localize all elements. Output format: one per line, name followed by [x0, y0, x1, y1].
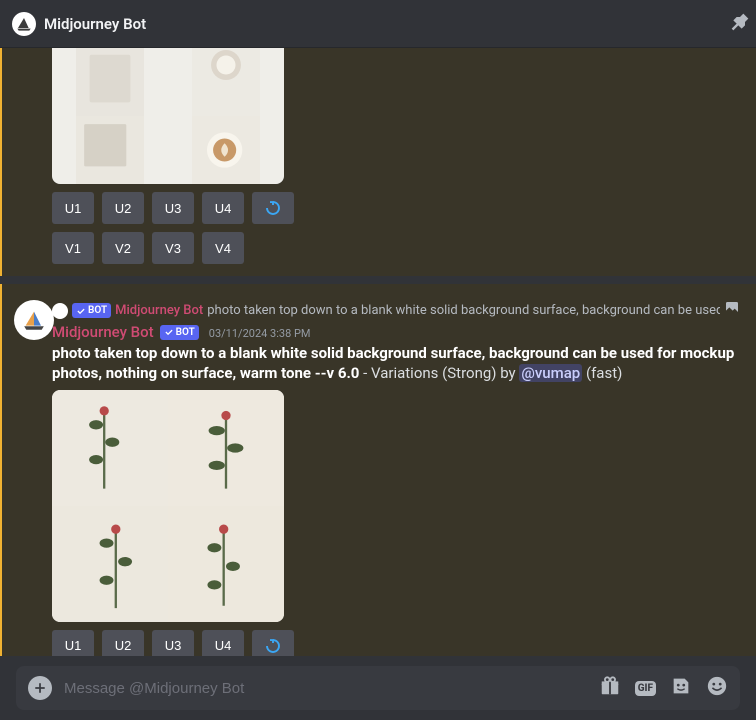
composer-box: GIF	[16, 666, 740, 710]
v4-button[interactable]: V4	[202, 232, 244, 264]
mode-label: (fast)	[582, 364, 622, 382]
author-name[interactable]: Midjourney Bot	[52, 323, 154, 341]
message-scroll[interactable]: U1 U2 U3 U4 V1 V2 V3 V4 BOT Midjourney B…	[0, 48, 756, 656]
pin-icon[interactable]	[730, 12, 750, 36]
gift-icon[interactable]	[599, 675, 621, 701]
check-icon	[164, 327, 174, 337]
u2-button[interactable]: U2	[102, 192, 144, 224]
u1-button[interactable]: U1	[52, 192, 94, 224]
emoji-icon[interactable]	[706, 675, 728, 701]
user-mention[interactable]: @vumap	[519, 364, 582, 382]
message-composer: GIF	[0, 656, 756, 720]
u4-button[interactable]: U4	[202, 630, 244, 657]
message-content: photo taken top down to a blank white so…	[52, 343, 740, 384]
reply-author: Midjourney Bot	[115, 303, 203, 319]
upscale-row-1: U1 U2 U3 U4	[52, 192, 740, 224]
u3-button[interactable]: U3	[152, 192, 194, 224]
u2-button[interactable]: U2	[102, 630, 144, 657]
message-input[interactable]	[64, 680, 599, 697]
image-icon	[724, 300, 740, 321]
composer-actions: GIF	[599, 675, 728, 701]
message-header: Midjourney Bot BOT 03/11/2024 3:38 PM	[52, 323, 740, 341]
header-title: Midjourney Bot	[44, 15, 146, 33]
variation-row-1: V1 V2 V3 V4	[52, 232, 740, 264]
u4-button[interactable]: U4	[202, 192, 244, 224]
upscale-row-2: U1 U2 U3 U4	[52, 630, 740, 657]
dm-header: Midjourney Bot	[0, 0, 756, 48]
reply-text: photo taken top down to a blank white so…	[207, 303, 720, 319]
reply-avatar	[52, 303, 68, 319]
reroll-button[interactable]	[252, 192, 294, 224]
check-icon	[76, 306, 86, 316]
sailboat-icon	[16, 16, 32, 32]
v1-button[interactable]: V1	[52, 232, 94, 264]
sticker-icon[interactable]	[670, 675, 692, 701]
gif-button[interactable]: GIF	[635, 681, 656, 696]
attach-button[interactable]	[28, 676, 52, 700]
variations-label: - Variations (Strong) by	[359, 364, 519, 382]
reply-context[interactable]: BOT Midjourney Bot photo taken top down …	[52, 300, 740, 321]
bot-tag-text: BOT	[88, 303, 107, 319]
image-grid-1[interactable]	[52, 48, 284, 184]
message-1: U1 U2 U3 U4 V1 V2 V3 V4	[0, 48, 756, 266]
bot-tag-text: BOT	[176, 327, 195, 338]
plus-icon	[33, 681, 47, 695]
image-grid-2[interactable]	[52, 390, 284, 622]
v2-button[interactable]: V2	[102, 232, 144, 264]
v3-button[interactable]: V3	[152, 232, 194, 264]
message-2: BOT Midjourney Bot photo taken top down …	[0, 284, 756, 656]
timestamp: 03/11/2024 3:38 PM	[209, 327, 311, 340]
reroll-button[interactable]	[252, 630, 294, 657]
bot-badge: BOT	[72, 303, 111, 318]
bot-badge: BOT	[160, 325, 199, 340]
u3-button[interactable]: U3	[152, 630, 194, 657]
bot-avatar-small	[12, 12, 36, 36]
bot-avatar[interactable]	[14, 300, 54, 340]
u1-button[interactable]: U1	[52, 630, 94, 657]
